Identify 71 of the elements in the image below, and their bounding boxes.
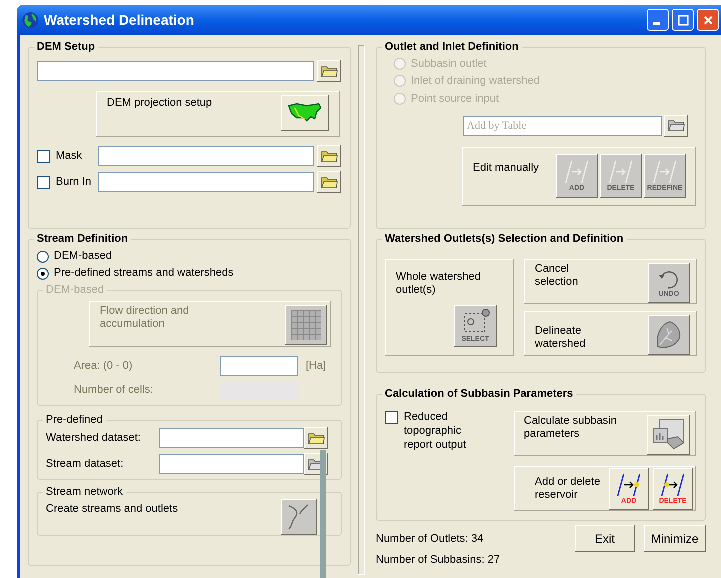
line-arrow-icon [659,472,687,498]
browse-button[interactable] [317,171,341,193]
group-title: Stream Definition [36,233,130,246]
projection-button[interactable] [281,95,329,131]
minimize-icon [653,22,660,25]
line-arrow-icon [651,159,679,185]
radio-label: Point source input [411,92,500,106]
group-title: DEM-based [45,284,106,297]
dialog-button[interactable]: Exit [575,525,635,552]
panel-label: Cancel selection [535,263,580,290]
globe-icon [22,12,39,28]
panel-label: Delineate watershed [535,324,587,352]
text-field[interactable] [98,146,314,166]
group-title: Stream network [45,486,124,499]
spreadsheet-icon [652,419,686,451]
checkbox[interactable] [37,176,50,188]
browse-button[interactable] [304,427,328,449]
window-title: Watershed Delineation [44,10,194,30]
delineate-button[interactable] [648,315,690,355]
radio-button[interactable] [37,268,49,280]
text-field[interactable] [37,61,314,81]
folder-icon [320,176,338,188]
text-field[interactable] [98,172,314,192]
folder-icon [308,432,324,444]
line-arrow-icon [607,159,635,185]
group-title: Watershed Outlets(s) Selection and Definition [384,233,625,246]
group-title: Outlet and Inlet Definition [384,41,520,54]
field-label: Stream dataset: [46,456,125,472]
line-arrow-icon [563,159,591,185]
checkbox-label: Burn In [56,174,92,190]
area-label: Area: (0 - 0) [74,358,134,374]
radio-button[interactable] [37,250,49,262]
checkbox[interactable] [37,150,50,162]
checkbox-label: Reduced topographic report output [404,410,468,452]
panel-label: Edit manually [473,160,540,176]
folder-icon [320,150,338,162]
panel-label: Calculate subbasin parameters [524,415,618,442]
folder-icon [668,119,684,132]
cells-label: Number of cells: [74,383,154,398]
outlets-count: Number of Outlets: 34 [376,532,485,547]
close-icon [702,14,714,26]
checkbox-label: Mask [56,148,84,164]
browse-button[interactable] [317,60,341,82]
grid-icon [290,309,322,341]
folder-icon [320,64,338,78]
subbasins-count: Number of Subbasins: 27 [376,552,500,568]
panel-label: Whole watershed outlet(s) [396,271,482,297]
text-field[interactable] [159,428,304,448]
field-label: Watershed dataset: [46,430,142,446]
network-label: Create streams and outlets [46,502,180,517]
checkbox[interactable] [385,411,398,424]
text-field[interactable] [159,454,304,474]
radio-label: DEM-based [54,249,112,264]
radio-label: Inlet of draining watershed [411,74,540,89]
group-title: Calculation of Subbasin Parameters [384,388,574,401]
calculate-button[interactable] [647,415,690,455]
radio-label: Subbasin outlet [411,56,487,72]
radio-label: Pre-defined streams and watersheds [54,266,234,282]
minimize-button[interactable] [647,9,669,31]
browse-button[interactable] [317,145,341,167]
panel-label: Add or delete reservoir [535,476,602,502]
maximize-icon [678,14,688,26]
group-title: Pre-defined [45,414,104,427]
panel-label: Flow direction and accumulation [100,305,190,332]
unit-label: [Ha] [306,358,326,374]
panel-label: DEM projection setup [107,96,214,111]
close-button[interactable] [697,9,719,31]
group-title: DEM Setup [36,41,96,54]
line-arrow-icon [615,472,643,498]
maximize-button[interactable] [672,9,694,31]
dialog-button[interactable]: Minimize [644,525,706,552]
